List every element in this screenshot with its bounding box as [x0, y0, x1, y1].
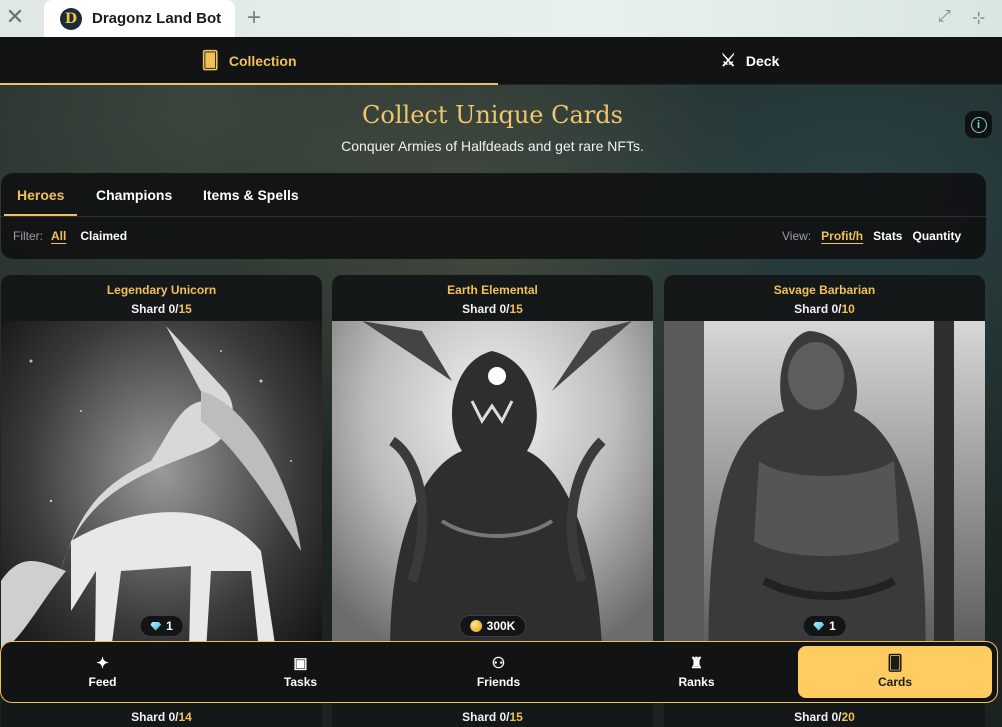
- tab-collection-label: Collection: [228, 53, 297, 69]
- card-art-unicorn: [1, 321, 322, 695]
- card-savage-barbarian[interactable]: Savage Barbarian Shard 0/10 1: [664, 275, 985, 695]
- view-label: View:: [782, 229, 812, 243]
- tab-collection[interactable]: 🂠 Collection: [0, 37, 498, 85]
- shard-max: 20: [841, 710, 855, 724]
- page-subtitle: Conquer Armies of Halfdeads and get rare…: [341, 138, 644, 154]
- friends-icon: ⚇: [491, 654, 506, 672]
- top-nav: 🂠 Collection ⚔ Deck: [0, 37, 1002, 85]
- profit-badge: 300K: [458, 615, 527, 637]
- card-art-barbarian: [664, 321, 985, 695]
- card-art-earth-elemental: [332, 321, 653, 695]
- gem-icon: [813, 621, 825, 631]
- card-legendary-unicorn[interactable]: Legendary Unicorn Shard 0/15 1: [1, 275, 322, 695]
- nav-friends-label: Friends: [476, 674, 521, 689]
- nav-friends[interactable]: ⚇ Friends: [401, 646, 596, 698]
- filter-panel: Heroes Champions Items & Spells Filter: …: [1, 173, 986, 259]
- browser-tab-strip: ✕ D Dragonz Land Bot + ⤢ ⊹: [0, 0, 1002, 37]
- filter-all[interactable]: All: [51, 229, 66, 243]
- shard-max: 15: [509, 710, 523, 724]
- nav-ranks-label: Ranks: [678, 674, 715, 689]
- tab-title: Dragonz Land Bot: [92, 10, 222, 27]
- info-button[interactable]: i: [965, 111, 992, 138]
- profit-value: 300K: [486, 619, 516, 633]
- shard-text: Shard 0/: [131, 710, 179, 724]
- card-shard: Shard 0/15: [332, 710, 653, 724]
- coin-icon: [469, 620, 482, 632]
- info-icon: i: [970, 116, 987, 133]
- shard-max: 10: [841, 302, 855, 316]
- nav-cards[interactable]: 🂠 Cards: [798, 646, 992, 698]
- shard-text: Shard 0/: [462, 302, 510, 316]
- magic-wand-icon: ✦: [96, 654, 109, 672]
- crossed-swords-icon: ⚔: [720, 51, 736, 70]
- shard-max: 15: [509, 302, 523, 316]
- profit-badge: 1: [139, 615, 184, 637]
- view-profit[interactable]: Profit/h: [821, 229, 863, 243]
- nav-feed[interactable]: ✦ Feed: [5, 646, 200, 698]
- profit-value: 1: [166, 619, 173, 633]
- trophy-icon: ♜: [689, 654, 704, 672]
- card-shard: Shard 0/15: [1, 302, 322, 316]
- new-tab-icon[interactable]: +: [247, 4, 261, 32]
- tab-deck[interactable]: ⚔ Deck: [498, 37, 1002, 85]
- shard-max: 14: [178, 710, 192, 724]
- page-title: Collect Unique Cards: [362, 101, 623, 129]
- shard-text: Shard 0/: [462, 710, 510, 724]
- nav-tasks-label: Tasks: [283, 674, 318, 689]
- filter-group: Filter: All Claimed: [13, 229, 127, 243]
- filter-label: Filter:: [13, 229, 43, 243]
- card-shard: Shard 0/10: [664, 302, 985, 316]
- nav-tasks[interactable]: ▣ Tasks: [203, 646, 398, 698]
- cards-icon: 🂠: [201, 51, 219, 70]
- profit-value: 1: [829, 619, 836, 633]
- divider: [1, 216, 986, 217]
- shard-text: Shard 0/: [794, 710, 842, 724]
- profit-badge: 1: [802, 615, 847, 637]
- nav-feed-label: Feed: [88, 674, 117, 689]
- app-logo-icon: D: [60, 7, 82, 30]
- shard-text: Shard 0/: [794, 302, 842, 316]
- card-name: Savage Barbarian: [773, 283, 876, 297]
- card-name: Legendary Unicorn: [106, 283, 217, 297]
- gem-icon: [150, 621, 162, 631]
- card-shard: Shard 0/15: [332, 302, 653, 316]
- nav-cards-label: Cards: [877, 674, 912, 689]
- view-group: View: Profit/h Stats Quantity: [782, 229, 961, 243]
- card-shard: Shard 0/20: [664, 710, 985, 724]
- shard-text: Shard 0/: [131, 302, 179, 316]
- app-root: 🂠 Collection ⚔ Deck Collect Unique Cards…: [0, 37, 1002, 727]
- tab-heroes[interactable]: Heroes: [3, 173, 79, 216]
- tab-items-spells[interactable]: Items & Spells: [203, 173, 299, 216]
- calendar-check-icon: ▣: [293, 654, 308, 672]
- nav-ranks[interactable]: ♜ Ranks: [599, 646, 794, 698]
- close-icon[interactable]: ✕: [4, 6, 26, 28]
- cards-icon: 🂠: [887, 654, 903, 672]
- tab-deck-label: Deck: [745, 53, 780, 69]
- view-quantity[interactable]: Quantity: [912, 229, 961, 243]
- browser-tab[interactable]: D Dragonz Land Bot: [44, 0, 235, 37]
- bottom-nav: ✦ Feed ▣ Tasks ⚇ Friends ♜ Ranks 🂠 Cards: [0, 641, 998, 703]
- shard-max: 15: [178, 302, 192, 316]
- card-earth-elemental[interactable]: Earth Elemental Shard 0/15 300K: [332, 275, 653, 695]
- tab-champions[interactable]: Champions: [96, 173, 172, 216]
- view-stats[interactable]: Stats: [873, 229, 902, 243]
- restore-icon[interactable]: ⤢: [938, 8, 951, 26]
- card-name: Earth Elemental: [447, 283, 538, 297]
- collapse-icon[interactable]: ⊹: [972, 8, 985, 28]
- card-shard: Shard 0/14: [1, 710, 322, 724]
- filter-claimed[interactable]: Claimed: [80, 229, 127, 243]
